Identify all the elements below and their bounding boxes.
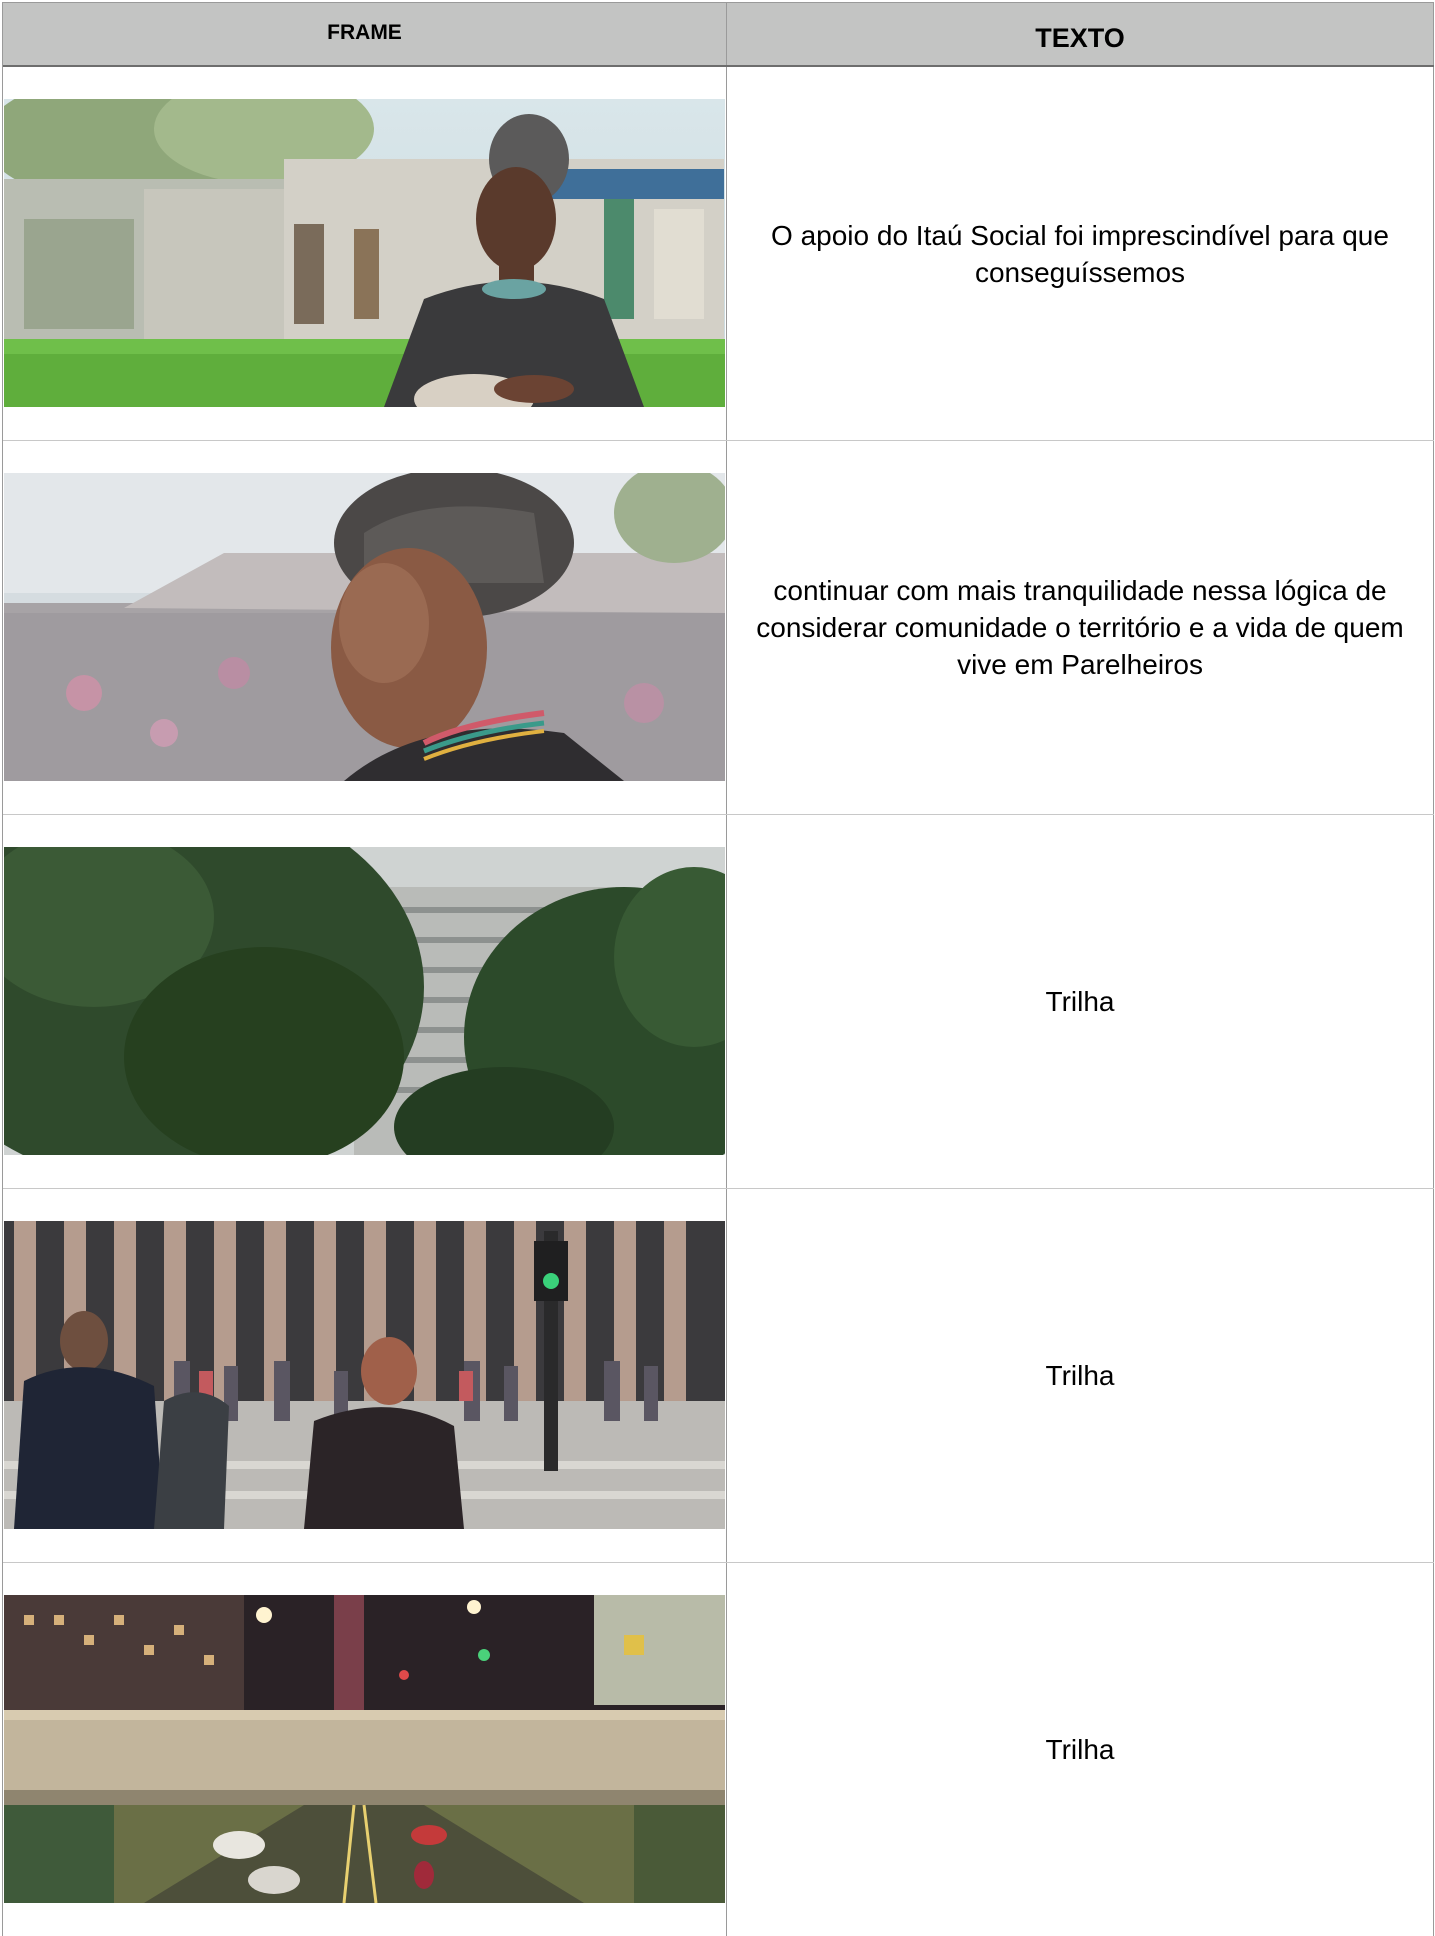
text-cell: Trilha bbox=[727, 1189, 1434, 1562]
woman-profile-closeup-photo bbox=[4, 473, 725, 781]
frame-cell bbox=[3, 1563, 727, 1936]
table-row: Trilha bbox=[3, 1563, 1434, 1936]
pedestrians-crosswalk-photo bbox=[4, 1221, 725, 1529]
table-row: continuar com mais tranquilidade nessa l… bbox=[3, 441, 1434, 815]
text-cell: Trilha bbox=[727, 1563, 1434, 1936]
text-cell: O apoio do Itaú Social foi imprescindíve… bbox=[727, 67, 1434, 440]
frame-column-header: FRAME bbox=[3, 3, 727, 65]
storyboard-table: FRAME TEXTO O apoio do Itaú Social foi i… bbox=[2, 2, 1434, 1936]
text-cell: Trilha bbox=[727, 815, 1434, 1188]
frame-cell bbox=[3, 441, 727, 814]
table-row: Trilha bbox=[3, 1189, 1434, 1563]
table-row: Trilha bbox=[3, 815, 1434, 1189]
trees-and-building-photo bbox=[4, 847, 725, 1155]
text-column-header: TEXTO bbox=[727, 3, 1434, 65]
table-row: O apoio do Itaú Social foi imprescindíve… bbox=[3, 67, 1434, 441]
table-header: FRAME TEXTO bbox=[3, 3, 1434, 67]
text-cell: continuar com mais tranquilidade nessa l… bbox=[727, 441, 1434, 814]
night-overpass-traffic-photo bbox=[4, 1595, 725, 1903]
woman-seated-outdoors-photo bbox=[4, 99, 725, 407]
frame-cell bbox=[3, 67, 727, 440]
frame-cell bbox=[3, 1189, 727, 1562]
frame-cell bbox=[3, 815, 727, 1188]
